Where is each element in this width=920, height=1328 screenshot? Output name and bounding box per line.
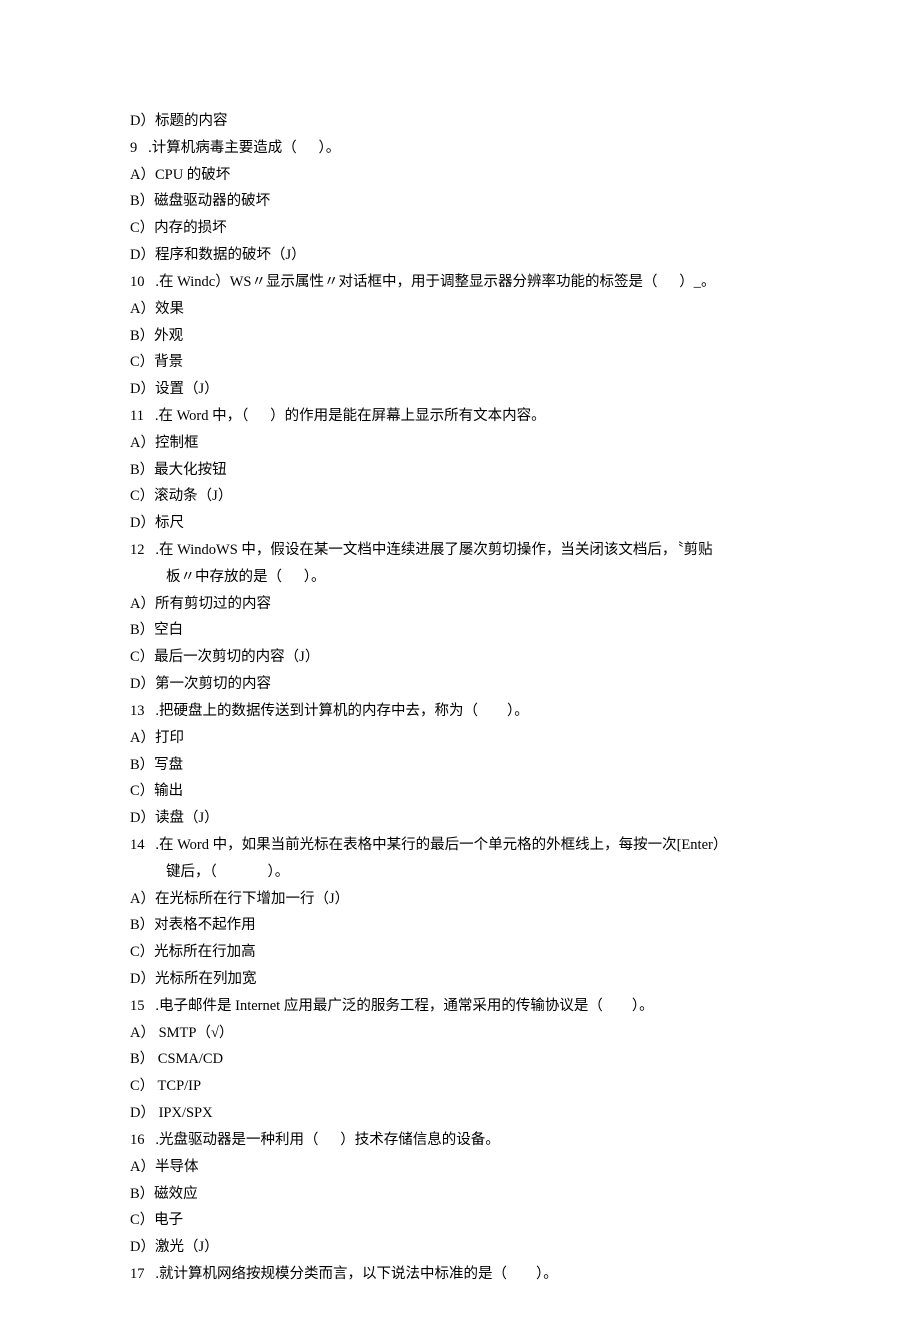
text-line: D）标题的内容: [130, 108, 790, 135]
text-line: B）最大化按钮: [130, 457, 790, 484]
text-line: C）最后一次剪切的内容（J）: [130, 644, 790, 671]
text-line: C）背景: [130, 349, 790, 376]
text-line: D）第一次剪切的内容: [130, 671, 790, 698]
text-line: B）对表格不起作用: [130, 912, 790, 939]
text-line: 板〃中存放的是（ ）。: [130, 564, 790, 591]
text-line: 17 .就计算机网络按规模分类而言，以下说法中标准的是（ ）。: [130, 1261, 790, 1288]
text-line: B）外观: [130, 323, 790, 350]
text-line: B）空白: [130, 617, 790, 644]
text-line: 14 .在 Word 中，如果当前光标在表格中某行的最后一个单元格的外框线上，每…: [130, 832, 790, 859]
text-line: 10 .在 Windc）WS〃显示属性〃对话框中，用于调整显示器分辨率功能的标签…: [130, 269, 790, 296]
text-line: C）滚动条（J）: [130, 483, 790, 510]
text-line: 13 .把硬盘上的数据传送到计算机的内存中去，称为（ ）。: [130, 698, 790, 725]
document-body: D）标题的内容9 .计算机病毒主要造成（ ）。A）CPU 的破坏B）磁盘驱动器的…: [130, 108, 790, 1288]
text-line: D） IPX/SPX: [130, 1100, 790, 1127]
text-line: B）磁效应: [130, 1181, 790, 1208]
text-line: D）程序和数据的破坏（J）: [130, 242, 790, 269]
text-line: C） TCP/IP: [130, 1073, 790, 1100]
text-line: B）磁盘驱动器的破坏: [130, 188, 790, 215]
text-line: D）光标所在列加宽: [130, 966, 790, 993]
text-line: A）控制框: [130, 430, 790, 457]
text-line: C）光标所在行加高: [130, 939, 790, 966]
text-line: C）输出: [130, 778, 790, 805]
text-line: A）所有剪切过的内容: [130, 591, 790, 618]
text-line: 9 .计算机病毒主要造成（ ）。: [130, 135, 790, 162]
text-line: D）设置（J）: [130, 376, 790, 403]
text-line: A）CPU 的破坏: [130, 162, 790, 189]
text-line: 11 .在 Word 中，（ ）的作用是能在屏幕上显示所有文本内容。: [130, 403, 790, 430]
text-line: B） CSMA/CD: [130, 1046, 790, 1073]
text-line: 15 .电子邮件是 Internet 应用最广泛的服务工程，通常采用的传输协议是…: [130, 993, 790, 1020]
text-line: 键后，（ ）。: [130, 859, 790, 886]
text-line: C）电子: [130, 1207, 790, 1234]
text-line: A）效果: [130, 296, 790, 323]
text-line: 16 .光盘驱动器是一种利用（ ）技术存储信息的设备。: [130, 1127, 790, 1154]
text-line: B）写盘: [130, 752, 790, 779]
text-line: A）打印: [130, 725, 790, 752]
text-line: D）读盘（J）: [130, 805, 790, 832]
text-line: A） SMTP（√）: [130, 1020, 790, 1047]
text-line: 12 .在 WindoWS 中，假设在某一文档中连续进展了屡次剪切操作，当关闭该…: [130, 537, 790, 564]
text-line: D）标尺: [130, 510, 790, 537]
text-line: C）内存的损坏: [130, 215, 790, 242]
text-line: D）激光（J）: [130, 1234, 790, 1261]
text-line: A）在光标所在行下增加一行（J）: [130, 886, 790, 913]
text-line: A）半导体: [130, 1154, 790, 1181]
